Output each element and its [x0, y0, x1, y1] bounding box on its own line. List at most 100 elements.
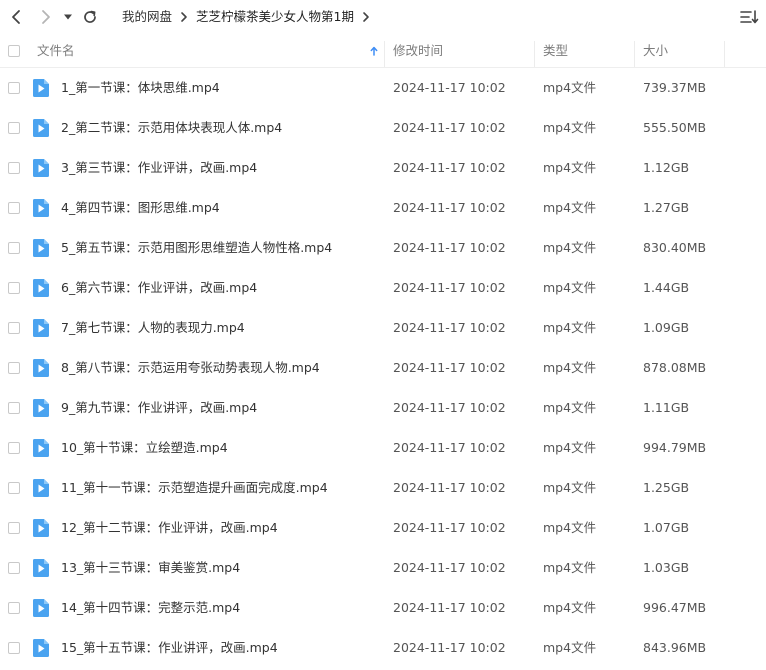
file-row[interactable]: 6_第六节课：作业评讲，改画.mp4 2024-11-17 10:02 mp4文… — [0, 268, 766, 308]
file-modified-time: 2024-11-17 10:02 — [393, 320, 506, 335]
video-file-icon — [33, 199, 49, 217]
file-size: 878.08MB — [643, 360, 707, 375]
row-checkbox[interactable] — [8, 242, 20, 254]
file-modified-time: 2024-11-17 10:02 — [393, 560, 506, 575]
row-checkbox[interactable] — [8, 642, 20, 654]
column-header-name[interactable]: 文件名 — [37, 35, 75, 67]
file-modified-time: 2024-11-17 10:02 — [393, 640, 506, 655]
breadcrumb-item-root[interactable]: 我的网盘 — [122, 8, 172, 26]
chevron-right-icon[interactable] — [362, 11, 370, 23]
file-name[interactable]: 3_第三节课：作业评讲，改画.mp4 — [61, 148, 257, 188]
video-file-icon — [33, 319, 49, 337]
file-type: mp4文件 — [543, 440, 597, 455]
column-header-modified[interactable]: 修改时间 — [393, 35, 443, 67]
chevron-right-icon — [42, 10, 50, 24]
video-file-icon — [33, 479, 49, 497]
file-modified-time: 2024-11-17 10:02 — [393, 480, 506, 495]
file-type: mp4文件 — [543, 120, 597, 135]
file-row[interactable]: 13_第十三节课：审美鉴赏.mp4 2024-11-17 10:02 mp4文件… — [0, 548, 766, 588]
file-type: mp4文件 — [543, 560, 597, 575]
row-checkbox[interactable] — [8, 362, 20, 374]
file-size: 1.07GB — [643, 520, 690, 535]
file-name[interactable]: 8_第八节课：示范运用夸张动势表现人物.mp4 — [61, 348, 320, 388]
column-divider[interactable] — [634, 41, 635, 67]
file-row[interactable]: 9_第九节课：作业讲评，改画.mp4 2024-11-17 10:02 mp4文… — [0, 388, 766, 428]
sort-button[interactable] — [738, 7, 760, 27]
row-checkbox[interactable] — [8, 122, 20, 134]
back-button[interactable] — [6, 7, 26, 27]
breadcrumb: 我的网盘 芝芝柠檬茶美少女人物第1期 — [122, 8, 378, 26]
video-file-icon — [33, 519, 49, 537]
toolbar: 我的网盘 芝芝柠檬茶美少女人物第1期 — [0, 0, 766, 34]
file-row[interactable]: 7_第七节课：人物的表现力.mp4 2024-11-17 10:02 mp4文件… — [0, 308, 766, 348]
file-size: 994.79MB — [643, 440, 707, 455]
forward-button[interactable] — [36, 7, 56, 27]
file-row[interactable]: 4_第四节课：图形思维.mp4 2024-11-17 10:02 mp4文件 1… — [0, 188, 766, 228]
file-row[interactable]: 2_第二节课：示范用体块表现人体.mp4 2024-11-17 10:02 mp… — [0, 108, 766, 148]
video-file-icon — [33, 279, 49, 297]
file-size: 1.12GB — [643, 160, 690, 175]
file-modified-time: 2024-11-17 10:02 — [393, 280, 506, 295]
file-row[interactable]: 1_第一节课：体块思维.mp4 2024-11-17 10:02 mp4文件 7… — [0, 68, 766, 108]
column-header-size[interactable]: 大小 — [643, 35, 668, 67]
file-name[interactable]: 11_第十一节课：示范塑造提升画面完成度.mp4 — [61, 468, 328, 508]
refresh-button[interactable] — [80, 7, 100, 27]
chevron-right-icon — [180, 11, 188, 23]
row-checkbox[interactable] — [8, 82, 20, 94]
file-name[interactable]: 9_第九节课：作业讲评，改画.mp4 — [61, 388, 257, 428]
column-header-type[interactable]: 类型 — [543, 35, 568, 67]
file-type: mp4文件 — [543, 280, 597, 295]
row-checkbox[interactable] — [8, 562, 20, 574]
file-name[interactable]: 12_第十二节课：作业评讲，改画.mp4 — [61, 508, 278, 548]
file-size: 996.47MB — [643, 600, 707, 615]
column-divider[interactable] — [534, 41, 535, 67]
video-file-icon — [33, 639, 49, 657]
file-name[interactable]: 5_第五节课：示范用图形思维塑造人物性格.mp4 — [61, 228, 332, 268]
video-file-icon — [33, 119, 49, 137]
file-name[interactable]: 6_第六节课：作业评讲，改画.mp4 — [61, 268, 257, 308]
file-name[interactable]: 10_第十节课：立绘塑造.mp4 — [61, 428, 228, 468]
select-all-checkbox[interactable] — [8, 45, 20, 57]
column-divider[interactable] — [384, 41, 385, 67]
file-size: 1.11GB — [643, 400, 690, 415]
row-checkbox[interactable] — [8, 402, 20, 414]
file-name[interactable]: 7_第七节课：人物的表现力.mp4 — [61, 308, 245, 348]
file-name[interactable]: 14_第十四节课：完整示范.mp4 — [61, 588, 240, 628]
history-dropdown-button[interactable] — [60, 7, 76, 27]
file-name[interactable]: 13_第十三节课：审美鉴赏.mp4 — [61, 548, 240, 588]
column-divider[interactable] — [724, 41, 725, 67]
file-row[interactable]: 11_第十一节课：示范塑造提升画面完成度.mp4 2024-11-17 10:0… — [0, 468, 766, 508]
file-modified-time: 2024-11-17 10:02 — [393, 240, 506, 255]
row-checkbox[interactable] — [8, 282, 20, 294]
file-name[interactable]: 15_第十五节课：作业讲评，改画.mp4 — [61, 628, 278, 668]
file-type: mp4文件 — [543, 160, 597, 175]
file-row[interactable]: 8_第八节课：示范运用夸张动势表现人物.mp4 2024-11-17 10:02… — [0, 348, 766, 388]
refresh-icon — [84, 10, 96, 23]
file-row[interactable]: 5_第五节课：示范用图形思维塑造人物性格.mp4 2024-11-17 10:0… — [0, 228, 766, 268]
file-row[interactable]: 10_第十节课：立绘塑造.mp4 2024-11-17 10:02 mp4文件 … — [0, 428, 766, 468]
file-modified-time: 2024-11-17 10:02 — [393, 160, 506, 175]
breadcrumb-item-current[interactable]: 芝芝柠檬茶美少女人物第1期 — [196, 8, 354, 26]
file-row[interactable]: 12_第十二节课：作业评讲，改画.mp4 2024-11-17 10:02 mp… — [0, 508, 766, 548]
row-checkbox[interactable] — [8, 482, 20, 494]
file-name[interactable]: 1_第一节课：体块思维.mp4 — [61, 68, 220, 108]
file-name[interactable]: 4_第四节课：图形思维.mp4 — [61, 188, 220, 228]
row-checkbox[interactable] — [8, 162, 20, 174]
row-checkbox[interactable] — [8, 322, 20, 334]
file-type: mp4文件 — [543, 480, 597, 495]
row-checkbox[interactable] — [8, 202, 20, 214]
file-type: mp4文件 — [543, 80, 597, 95]
video-file-icon — [33, 239, 49, 257]
row-checkbox[interactable] — [8, 442, 20, 454]
file-row[interactable]: 15_第十五节课：作业讲评，改画.mp4 2024-11-17 10:02 mp… — [0, 628, 766, 668]
arrow-up-icon — [370, 46, 378, 56]
file-row[interactable]: 14_第十四节课：完整示范.mp4 2024-11-17 10:02 mp4文件… — [0, 588, 766, 628]
file-size: 1.27GB — [643, 200, 690, 215]
row-checkbox[interactable] — [8, 522, 20, 534]
file-modified-time: 2024-11-17 10:02 — [393, 360, 506, 375]
chevron-left-icon — [12, 10, 20, 24]
file-size: 843.96MB — [643, 640, 707, 655]
file-row[interactable]: 3_第三节课：作业评讲，改画.mp4 2024-11-17 10:02 mp4文… — [0, 148, 766, 188]
row-checkbox[interactable] — [8, 602, 20, 614]
file-name[interactable]: 2_第二节课：示范用体块表现人体.mp4 — [61, 108, 282, 148]
